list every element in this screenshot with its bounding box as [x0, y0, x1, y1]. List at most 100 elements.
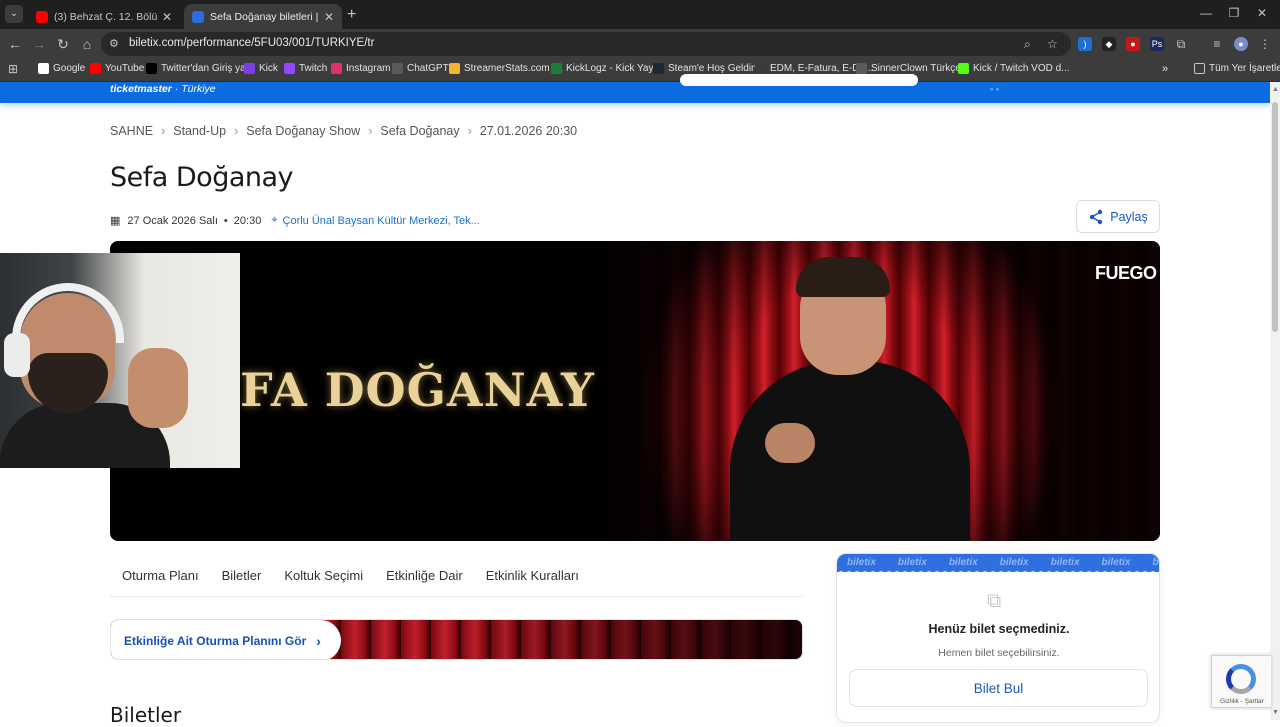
all-bookmarks-folder[interactable]: Tüm Yer İşaretleri — [1194, 63, 1280, 74]
location-pin-icon: ⌖ — [271, 214, 278, 226]
performer-hand — [765, 423, 815, 463]
browser-menu-icon[interactable]: ⋮ — [1258, 37, 1272, 51]
extension-icon[interactable]: ● — [1126, 37, 1140, 51]
bookmark-label: Instagram — [346, 63, 391, 74]
extension-icon[interactable]: ) — [1078, 37, 1092, 51]
webcam-hand — [128, 348, 188, 428]
page-title: Sefa Doğanay — [110, 162, 294, 193]
breadcrumb-item[interactable]: SAHNE — [110, 124, 153, 138]
minimize-icon[interactable]: — — [1196, 6, 1216, 20]
bookmark-label: Tüm Yer İşaretleri — [1209, 63, 1280, 74]
find-ticket-button[interactable]: Bilet Bul — [849, 669, 1148, 707]
steam-icon — [653, 63, 664, 74]
bookmark-item[interactable]: SinnerClown Türkçe... — [856, 63, 969, 74]
ticket-icon: ⧉ — [987, 590, 1002, 612]
scrollbar-thumb[interactable] — [1272, 102, 1278, 332]
banner-title: FA DOĞANAY — [240, 363, 595, 417]
recaptcha-icon — [1226, 664, 1256, 694]
tab-biletix[interactable]: Sefa Doğanay biletleri | Biletix | ✕ — [184, 4, 342, 29]
tab-tickets[interactable]: Biletler — [222, 568, 262, 596]
tab-seat-selection[interactable]: Koltuk Seçimi — [284, 568, 363, 596]
apps-icon[interactable]: ⊞ — [8, 62, 18, 76]
event-venue-link[interactable]: Çorlu Ünal Baysan Kültür Merkezi, Tek... — [283, 215, 480, 227]
share-icon — [1090, 209, 1103, 224]
seating-plan-link-label: Etkinliğe Ait Oturma Planını Gör — [124, 633, 307, 648]
bookmark-label: StreamerStats.com |... — [464, 63, 564, 74]
bookmark-item[interactable]: Instagram — [331, 63, 390, 74]
headset-earcup — [4, 333, 30, 377]
bookmark-item[interactable]: YouTube — [90, 63, 144, 74]
bookmark-label: YouTube — [105, 63, 145, 74]
breadcrumb: SAHNE › Stand-Up › Sefa Doğanay Show › Sefa… — [110, 124, 577, 138]
recaptcha-badge[interactable]: Gizlilik - Şartlar — [1211, 655, 1271, 708]
bookmark-item[interactable]: StreamerStats.com |... — [449, 63, 563, 74]
close-icon[interactable]: ✕ — [324, 10, 334, 24]
profile-avatar[interactable]: ● — [1234, 37, 1248, 51]
scroll-up-icon[interactable]: ▲ — [1272, 86, 1279, 93]
tab-search-button[interactable]: ⌄ — [5, 5, 23, 23]
breadcrumb-item[interactable]: Sefa Doğanay — [380, 124, 459, 138]
ticket-empty-title: Henüz bilet seçmediniz. — [928, 622, 1070, 636]
edm-icon — [755, 63, 766, 74]
breadcrumb-item[interactable]: Stand-Up — [173, 124, 226, 138]
google-icon — [38, 63, 49, 74]
restore-icon[interactable]: ❐ — [1224, 6, 1244, 20]
recaptcha-links[interactable]: Gizlilik - Şartlar — [1214, 698, 1270, 705]
tab-seating-plan[interactable]: Oturma Planı — [122, 568, 199, 596]
ticketmaster-logo[interactable]: ticketmaster · Türkiye — [110, 83, 216, 95]
vod-icon — [958, 63, 969, 74]
bookmark-item[interactable]: ChatGPT — [392, 63, 449, 74]
new-tab-button[interactable]: + — [347, 6, 356, 24]
scroll-down-icon[interactable]: ▼ — [1272, 709, 1279, 716]
instagram-icon — [331, 63, 342, 74]
kicklogz-icon — [551, 63, 562, 74]
bookmark-item[interactable]: Twitter'dan Giriş yap — [146, 63, 251, 74]
media-icon[interactable]: ≡ — [1210, 37, 1224, 51]
event-meta: ▦ 27 Ocak 2026 Salı • 20:30 ⌖ Çorlu Ünal… — [110, 214, 480, 227]
extensions-puzzle-icon[interactable]: ⧉ — [1174, 37, 1188, 51]
user-icon[interactable]: ◦ ◦ — [990, 84, 999, 94]
twitch-icon — [284, 63, 295, 74]
biletix-icon — [192, 10, 204, 23]
chevron-right-icon: › — [368, 124, 373, 138]
bookmarks-overflow-icon[interactable]: » — [1162, 63, 1168, 75]
zoom-icon[interactable]: ⌕ — [1024, 37, 1031, 52]
x-icon — [146, 63, 157, 74]
tab-event-rules[interactable]: Etkinlik Kuralları — [486, 568, 579, 596]
site-header: ticketmaster · Türkiye ◦ ◦ — [0, 74, 1270, 103]
reload-icon[interactable]: ↻ — [54, 36, 72, 52]
extension-icon[interactable]: ◆ — [1102, 37, 1116, 51]
bookmark-label: Twitter'dan Giriş yap — [161, 63, 252, 74]
event-date: 27 Ocak 2026 Salı — [127, 214, 218, 227]
bookmark-item[interactable]: Twitch — [284, 63, 327, 74]
dot-separator: • — [223, 214, 228, 227]
tab-about-event[interactable]: Etkinliğe Dair — [386, 568, 463, 596]
bookmark-label: KickLogz - Kick Yayı... — [566, 63, 665, 74]
share-button[interactable]: Paylaş — [1076, 200, 1160, 233]
window-close-icon[interactable]: ✕ — [1252, 6, 1272, 20]
bookmark-item[interactable]: Kick — [244, 63, 278, 74]
extension-icon[interactable]: Ps — [1150, 37, 1164, 51]
address-bar[interactable]: ⚙ biletix.com/performance/5FU03/001/TURK… — [101, 32, 1071, 56]
breadcrumb-item[interactable]: Sefa Doğanay Show — [246, 124, 360, 138]
bookmark-item[interactable]: Steam'e Hoş Geldiniz — [653, 63, 764, 74]
bookmark-item[interactable]: Google — [38, 63, 85, 74]
forward-icon[interactable]: → — [30, 36, 48, 52]
site-info-icon[interactable]: ⚙ — [109, 37, 119, 50]
seats-shade — [311, 620, 802, 659]
ticket-summary-card: biletix biletix biletix biletix biletix … — [836, 553, 1160, 723]
kick-icon — [244, 63, 255, 74]
tab-behzat[interactable]: (3) Behzat Ç. 12. Bölüm HD - Yo ✕ — [28, 4, 180, 29]
close-icon[interactable]: ✕ — [162, 10, 172, 24]
bookmark-label: Twitch — [299, 63, 328, 74]
site-search-input[interactable] — [680, 74, 918, 86]
bookmark-label: Kick — [259, 63, 278, 74]
bookmark-star-icon[interactable]: ☆ — [1047, 37, 1058, 51]
bookmark-item[interactable]: Kick / Twitch VOD d... — [958, 63, 1070, 74]
seating-plan-banner[interactable]: Etkinliğe Ait Oturma Planını Gör › — [110, 619, 803, 660]
home-icon[interactable]: ⌂ — [78, 36, 96, 52]
seating-plan-link[interactable]: Etkinliğe Ait Oturma Planını Gör › — [111, 620, 341, 659]
bookmark-item[interactable]: KickLogz - Kick Yayı... — [551, 63, 665, 74]
page-scrollbar[interactable]: ▲ ▼ — [1270, 82, 1280, 720]
back-icon[interactable]: ← — [6, 36, 24, 52]
